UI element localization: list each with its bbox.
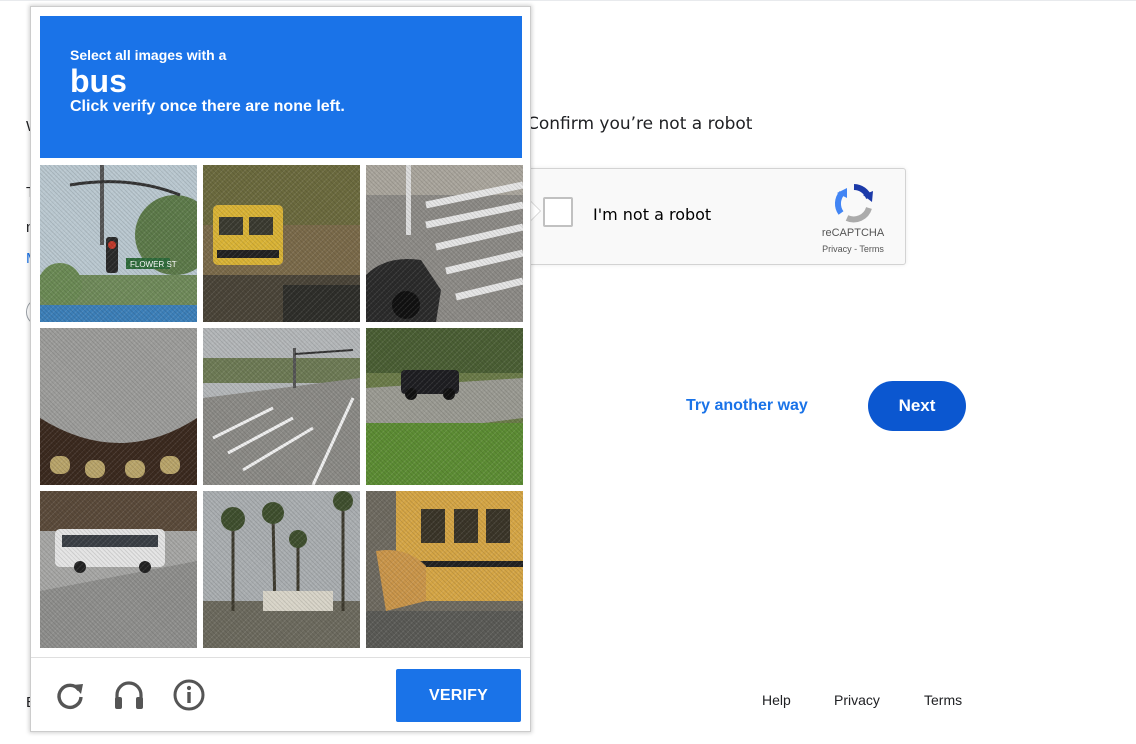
- instruction-post: Click verify once there are none left.: [70, 98, 345, 115]
- svg-text:FLOWER ST: FLOWER ST: [130, 260, 177, 269]
- challenge-instructions-banner: Select all images with a bus Click verif…: [40, 16, 522, 158]
- footer-privacy-link[interactable]: Privacy: [834, 692, 880, 708]
- image-tile[interactable]: [203, 165, 360, 322]
- image-tile[interactable]: [203, 491, 360, 648]
- image-tile[interactable]: FLOWER ST: [40, 165, 197, 322]
- footer-terms-link[interactable]: Terms: [924, 692, 962, 708]
- challenge-footer: VERIFY: [31, 657, 530, 731]
- image-tile[interactable]: [40, 491, 197, 648]
- recaptcha-checkbox[interactable]: [543, 197, 573, 227]
- info-icon[interactable]: [172, 678, 206, 712]
- image-tile[interactable]: [203, 328, 360, 485]
- image-grid: FLOWER ST: [40, 165, 523, 648]
- reload-icon[interactable]: [53, 678, 87, 712]
- footer-help-link[interactable]: Help: [762, 692, 791, 708]
- image-tile[interactable]: [366, 328, 523, 485]
- recaptcha-logo-icon: [834, 184, 873, 223]
- recaptcha-checkbox-label: I'm not a robot: [593, 205, 712, 224]
- page-heading: Confirm you’re not a robot: [527, 114, 753, 134]
- try-another-way-button[interactable]: Try another way: [672, 388, 822, 424]
- instruction-target: bus: [70, 63, 127, 99]
- verify-button[interactable]: VERIFY: [396, 669, 521, 722]
- next-button[interactable]: Next: [868, 381, 966, 431]
- image-tile[interactable]: [366, 165, 523, 322]
- recaptcha-brand: reCAPTCHA: [821, 227, 885, 239]
- instruction-pre: Select all images with a: [70, 47, 227, 63]
- recaptcha-widget: I'm not a robot reCAPTCHA Privacy - Term…: [528, 168, 906, 265]
- image-tile[interactable]: [40, 328, 197, 485]
- image-tile[interactable]: [366, 491, 523, 648]
- headphones-icon[interactable]: [112, 678, 146, 712]
- recaptcha-challenge-popup: Select all images with a bus Click verif…: [30, 6, 531, 732]
- recaptcha-links[interactable]: Privacy - Terms: [809, 244, 897, 254]
